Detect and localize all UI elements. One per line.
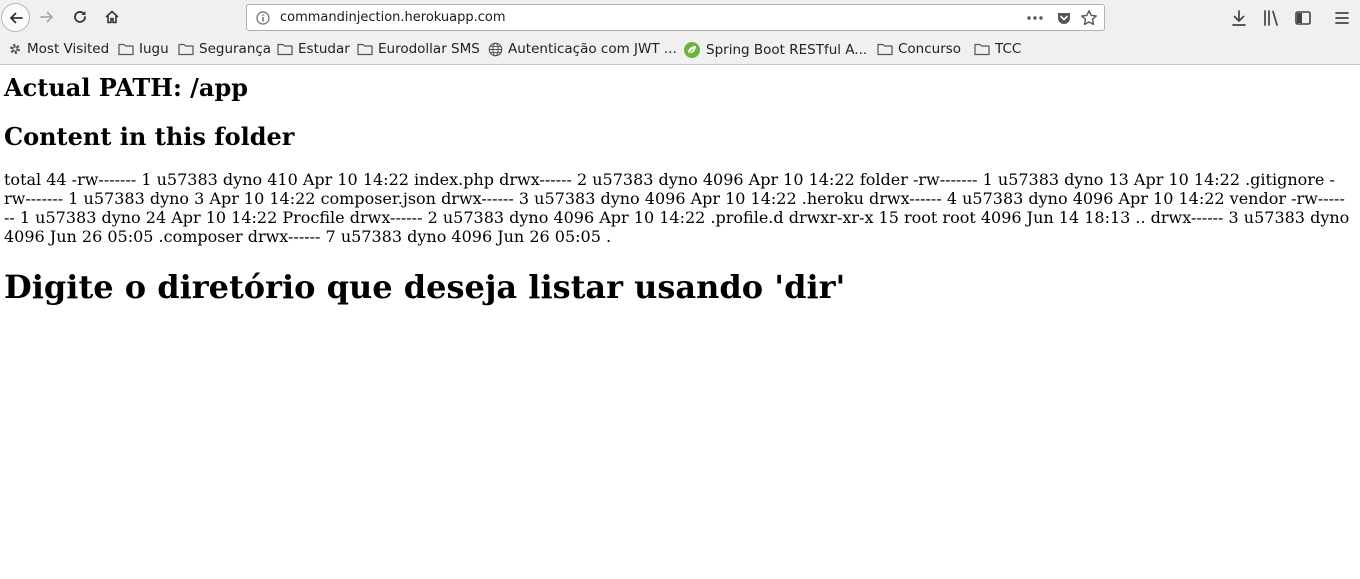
address-bar[interactable]: commandinjection.herokuapp.com <box>246 4 1105 31</box>
url-text[interactable]: commandinjection.herokuapp.com <box>280 10 506 25</box>
bookmark-label: Most Visited <box>27 41 110 57</box>
bookmark-label: Eurodollar SMS <box>378 41 480 57</box>
bookmark-spring-boot[interactable]: Spring Boot RESTful A... <box>683 41 867 59</box>
bookmark-folder-eurodollar-sms[interactable]: Eurodollar SMS <box>357 41 480 57</box>
directory-listing: total 44 -rw------- 1 u57383 dyno 410 Ap… <box>4 170 1350 246</box>
instruction-heading: Digite o diretório que deseja listar usa… <box>4 268 846 306</box>
reload-icon <box>74 11 86 23</box>
bookmark-folder-concurso[interactable]: Concurso <box>877 41 961 57</box>
folder-icon <box>118 43 134 56</box>
folder-content-heading: Content in this folder <box>4 122 295 151</box>
bookmarks-toolbar: Most Visited Iugu Segurança Estudar Euro… <box>0 35 1360 64</box>
page-content: Actual PATH: /app Content in this folder… <box>0 73 1360 307</box>
bookmark-label: Segurança <box>199 41 272 57</box>
path-heading: Actual PATH: /app <box>4 73 249 102</box>
bookmark-label: Estudar <box>298 41 350 57</box>
folder-icon <box>277 43 293 56</box>
browser-chrome: commandinjection.herokuapp.com Most Visi… <box>0 0 1360 65</box>
gear-icon <box>10 44 20 54</box>
bookmark-folder-seguranca[interactable]: Segurança <box>178 41 271 57</box>
download-icon[interactable] <box>1229 8 1249 28</box>
bookmark-label: Iugu <box>139 41 169 57</box>
page-actions-icon[interactable] <box>1026 10 1044 26</box>
bookmark-folder-estudar[interactable]: Estudar <box>277 41 350 57</box>
bookmark-folder-tcc[interactable]: TCC <box>974 41 1021 57</box>
bookmark-autenticacao-jwt[interactable]: Autenticação com JWT ... <box>488 41 677 57</box>
bookmark-folder-iugu[interactable]: Iugu <box>118 41 169 57</box>
bookmark-label: Spring Boot RESTful A... <box>706 42 868 58</box>
forward-arrow-icon <box>40 11 53 23</box>
globe-icon <box>488 42 503 56</box>
hamburger-menu-icon[interactable] <box>1332 8 1352 28</box>
bookmark-label: Autenticação com JWT ... <box>508 41 677 57</box>
bookmark-most-visited[interactable]: Most Visited <box>8 41 109 57</box>
folder-icon <box>357 43 373 56</box>
navigation-toolbar: commandinjection.herokuapp.com <box>0 0 1360 35</box>
spring-leaf-icon <box>684 42 700 58</box>
bookmark-label: TCC <box>995 41 1022 57</box>
sidebar-icon[interactable] <box>1293 8 1313 28</box>
back-arrow-icon <box>9 12 23 23</box>
reload-button[interactable] <box>66 3 94 31</box>
info-icon[interactable] <box>256 11 270 25</box>
bookmark-star-icon[interactable] <box>1080 9 1098 27</box>
back-button[interactable] <box>1 3 30 32</box>
library-icon[interactable] <box>1261 8 1281 28</box>
home-button[interactable] <box>98 3 126 31</box>
folder-icon <box>877 43 893 56</box>
forward-button[interactable] <box>33 3 61 31</box>
pocket-icon[interactable] <box>1056 10 1072 26</box>
folder-icon <box>974 43 990 56</box>
folder-icon <box>178 43 194 56</box>
home-icon <box>105 10 119 24</box>
bookmark-label: Concurso <box>898 41 962 57</box>
